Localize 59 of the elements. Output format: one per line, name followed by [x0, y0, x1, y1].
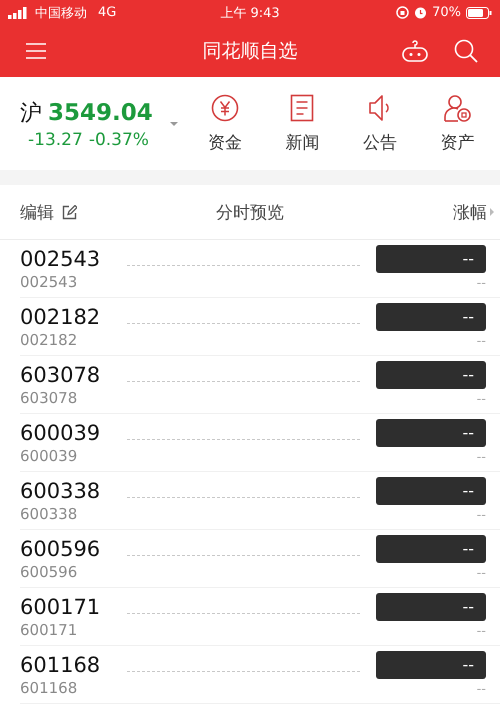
- menu-icon[interactable]: [26, 43, 46, 59]
- page-title: 同花顺自选: [202, 40, 298, 62]
- stock-code[interactable]: 002543: [20, 246, 127, 272]
- sub-change: --: [476, 450, 486, 466]
- clock-time: 上午 9:43: [220, 6, 280, 20]
- change-badge: --: [376, 419, 486, 447]
- sub-change: --: [476, 508, 486, 524]
- document-icon[interactable]: [288, 94, 316, 122]
- change-badge: --: [376, 361, 486, 389]
- stock-code[interactable]: 601168: [20, 652, 127, 678]
- change-badge: --: [376, 535, 486, 563]
- carrier-name: 中国移动: [35, 4, 87, 22]
- stock-subcode: 002543: [20, 272, 78, 292]
- stock-code[interactable]: 603078: [20, 362, 127, 388]
- change-badge: --: [376, 303, 486, 331]
- shortcut-label[interactable]: 资产: [440, 130, 474, 154]
- edit-link[interactable]: 编辑: [20, 200, 54, 224]
- shortcut-label[interactable]: 新闻: [285, 130, 320, 154]
- index-name: 沪: [20, 100, 42, 128]
- stock-subcode: 601168: [20, 678, 78, 698]
- sub-change: --: [476, 334, 486, 350]
- stock-subcode: 600596: [20, 562, 78, 582]
- index-percent: -0.37%: [88, 130, 149, 150]
- stock-subcode: 002182: [20, 330, 78, 350]
- sub-change: --: [476, 566, 486, 582]
- stock-subcode: 600338: [20, 504, 78, 524]
- index-change: -13.27: [28, 130, 83, 150]
- stock-code[interactable]: 600338: [20, 478, 127, 504]
- sub-change: --: [476, 682, 486, 698]
- alarm-icon: [414, 6, 428, 19]
- stock-subcode: 600171: [20, 620, 78, 640]
- stock-code[interactable]: 600171: [20, 594, 127, 620]
- stock-code[interactable]: 600596: [20, 536, 127, 562]
- shortcut-label[interactable]: 公告: [362, 130, 397, 154]
- change-badge: --: [376, 593, 486, 621]
- yuan-coin-icon[interactable]: [210, 94, 239, 122]
- edit-icon[interactable]: [62, 204, 77, 220]
- stock-code[interactable]: 600039: [20, 420, 127, 446]
- shortcut-label[interactable]: 资金: [208, 130, 242, 154]
- stock-subcode: 600039: [20, 446, 78, 466]
- sub-change: --: [476, 276, 486, 292]
- stock-code[interactable]: 002182: [20, 304, 127, 330]
- index-value: 3549.04: [48, 100, 153, 126]
- sub-change: --: [476, 392, 486, 408]
- change-badge: --: [376, 245, 486, 273]
- network-type: 4G: [98, 5, 116, 20]
- column-header: 分时预览: [216, 202, 284, 222]
- lock-rotation-icon: [396, 6, 410, 19]
- battery-percent: 70%: [432, 5, 461, 20]
- change-badge: --: [376, 477, 486, 505]
- robot-icon[interactable]: [402, 40, 428, 62]
- change-badge: --: [376, 651, 486, 679]
- dropdown-caret-icon[interactable]: [170, 122, 178, 126]
- sort-header[interactable]: 涨幅: [453, 200, 487, 224]
- search-icon[interactable]: [454, 39, 478, 63]
- stock-subcode: 603078: [20, 388, 78, 408]
- sub-change: --: [476, 624, 486, 640]
- battery-icon: [466, 6, 492, 18]
- user-icon[interactable]: [443, 94, 472, 122]
